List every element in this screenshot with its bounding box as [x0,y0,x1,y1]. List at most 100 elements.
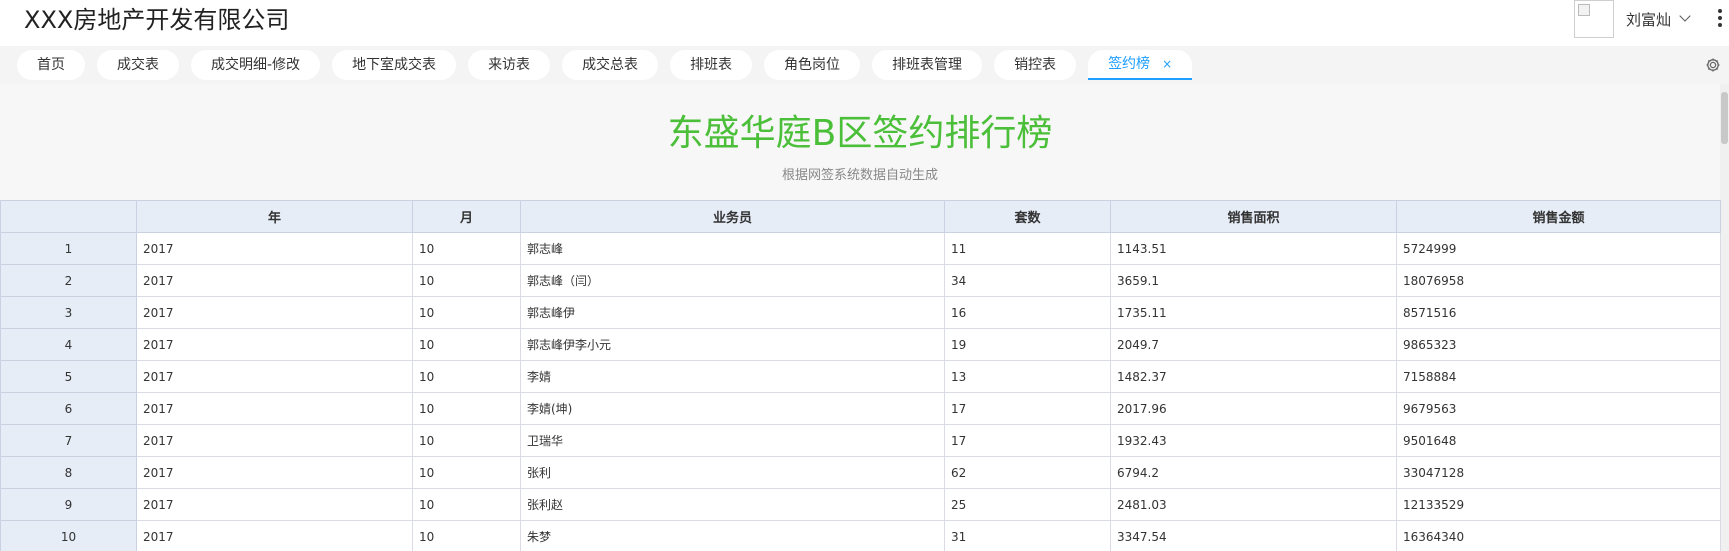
column-header[interactable] [0,200,137,233]
table-cell: 10 [412,296,521,329]
table-row[interactable]: 1 2017 10 郭志峰 11 1143.51 5724999 [0,232,1721,265]
table-cell: 33047128 [1396,456,1721,489]
table-cell: 9501648 [1396,424,1721,457]
table-cell: 9679563 [1396,392,1721,425]
tab-bar: 首页 成交表 成交明细-修改 地下室成交表 来访表 成交总表 排班表 角色岗位 排班表管理 销控表… [0,46,1729,84]
table-cell: 10 [412,456,521,489]
table-cell: 2017 [136,488,413,521]
table-cell: 10 [412,520,521,551]
table-cell: 13 [944,360,1111,393]
table-cell: 17 [944,392,1111,425]
table-row[interactable]: 3 2017 10 郭志峰伊 16 1735.11 8571516 [0,296,1721,329]
column-header[interactable]: 销售金额 [1396,200,1721,233]
more-vertical-icon[interactable] [1718,9,1722,27]
tab-label: 地下室成交表 [352,57,437,73]
scrollbar-thumb[interactable] [1721,92,1728,144]
table-row[interactable]: 7 2017 10 卫瑞华 17 1932.43 9501648 [0,424,1721,457]
table-row[interactable]: 5 2017 10 李婧 13 1482.37 7158884 [0,360,1721,393]
table-cell: 31 [944,520,1111,551]
tab-label: 销控表 [1014,57,1057,73]
broken-image-icon [1578,4,1590,16]
table-cell: 2049.7 [1110,328,1397,361]
table-cell: 10 [412,328,521,361]
column-header[interactable]: 月 [412,200,521,233]
close-icon[interactable]: × [1162,49,1172,79]
column-header[interactable]: 年 [136,200,413,233]
table-cell: 2017 [136,328,413,361]
report-subtitle: 根据网签系统数据自动生成 [781,168,938,183]
row-index: 8 [0,456,137,489]
tab-6[interactable]: 排班表 [670,50,753,80]
table-cell: 1932.43 [1110,424,1397,457]
table-header-row: 年月业务员 套数 销售面积 销售金额 [0,200,1721,233]
tab-4[interactable]: 来访表 [468,50,551,80]
table-cell: 2017 [136,360,413,393]
table-cell: 朱梦 [520,520,945,551]
tab-3[interactable]: 地下室成交表 [332,50,457,80]
table-row[interactable]: 8 2017 10 张利 62 6794.2 33047128 [0,456,1721,489]
tab-7[interactable]: 角色岗位 [764,50,861,80]
chevron-down-icon[interactable] [1679,10,1691,22]
table-cell: 2017 [136,456,413,489]
tab-label: 角色岗位 [784,57,841,73]
table-cell: 2017.96 [1110,392,1397,425]
column-header[interactable]: 销售面积 [1110,200,1397,233]
table-cell: 1735.11 [1110,296,1397,329]
row-index: 3 [0,296,137,329]
table-row[interactable]: 4 2017 10 郭志峰伊李小元 19 2049.7 9865323 [0,328,1721,361]
table-cell: 62 [944,456,1111,489]
row-index: 7 [0,424,137,457]
tab-9[interactable]: 销控表 [994,50,1077,80]
table-row[interactable]: 6 2017 10 李婧(坤) 17 2017.96 9679563 [0,392,1721,425]
table-cell: 李婧(坤) [520,392,945,425]
ranking-table: 年月业务员 套数 销售面积 销售金额 1 2017 10 郭志峰 11 1143.51 57249… [0,200,1721,551]
tab-list: 首页 成交表 成交明细-修改 地下室成交表 来访表 成交总表 排班表 角色岗位 排班表管理 销控表… [17,49,1193,80]
table-cell: 34 [944,264,1111,297]
tab-8[interactable]: 排班表管理 [872,50,983,80]
column-header[interactable]: 套数 [944,200,1111,233]
table-cell: 19 [944,328,1111,361]
table-row[interactable]: 10 2017 10 朱梦 31 3347.54 16364340 [0,520,1721,551]
row-index: 4 [0,328,137,361]
table-cell: 1143.51 [1110,232,1397,265]
table-cell: 张利 [520,456,945,489]
table-row[interactable]: 9 2017 10 张利赵 25 2481.03 12133529 [0,488,1721,521]
table-cell: 8571516 [1396,296,1721,329]
tab-label: 首页 [37,57,65,73]
table-cell: 16 [944,296,1111,329]
table-cell: 11 [944,232,1111,265]
tab-2[interactable]: 成交明细-修改 [191,50,321,80]
vertical-scrollbar[interactable] [1720,84,1729,551]
table-cell: 10 [412,392,521,425]
tab-label: 来访表 [488,57,531,73]
tab-1[interactable]: 成交表 [97,50,179,80]
table-cell: 2481.03 [1110,488,1397,521]
column-header[interactable]: 业务员 [520,200,945,233]
table-cell: 郭志峰伊李小元 [520,328,945,361]
tab-label: 成交明细-修改 [211,57,301,73]
tab-10[interactable]: 签约榜 × [1088,49,1193,80]
table-row[interactable]: 2 2017 10 郭志峰（闫） 34 3659.1 18076958 [0,264,1721,297]
table-cell: 郭志峰 [520,232,945,265]
row-index: 6 [0,392,137,425]
table-cell: 12133529 [1396,488,1721,521]
report-title: 东盛华庭B区签约排行榜 [667,113,1053,154]
row-index: 1 [0,232,137,265]
tab-5[interactable]: 成交总表 [562,50,659,80]
table-cell: 6794.2 [1110,456,1397,489]
row-index: 10 [0,520,137,551]
row-index: 5 [0,360,137,393]
gear-icon[interactable] [1705,57,1721,73]
table-cell: 9865323 [1396,328,1721,361]
table-cell: 16364340 [1396,520,1721,551]
user-menu[interactable]: 刘富灿 [1574,0,1691,38]
table-cell: 2017 [136,392,413,425]
tab-label: 成交总表 [582,57,639,73]
tab-0[interactable]: 首页 [17,50,85,80]
row-index: 2 [0,264,137,297]
tab-label: 排班表管理 [892,57,963,73]
table-cell: 5724999 [1396,232,1721,265]
table-cell: 郭志峰（闫） [520,264,945,297]
avatar[interactable] [1574,0,1614,38]
app-header: XXX房地产开发有限公司 刘富灿 [0,0,1729,46]
